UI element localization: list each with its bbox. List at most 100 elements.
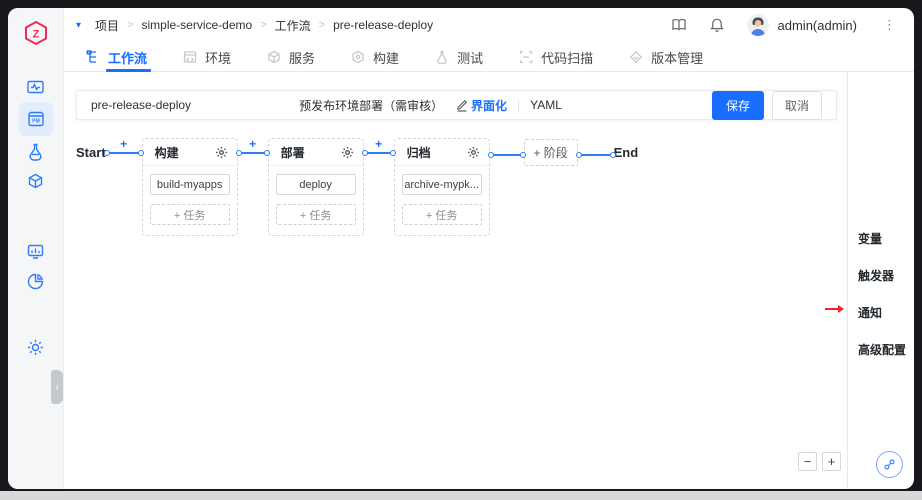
stage-settings-gear-icon[interactable] — [467, 146, 480, 159]
workflow-canvas: pre-release-deploy 预发布环境部署（需审核） 界面化 | YA… — [64, 72, 847, 489]
code-scan-icon — [519, 50, 533, 64]
stage-card-build[interactable]: 构建 build-myapps + 任务 — [142, 138, 238, 236]
edit-pencil-icon[interactable] — [455, 98, 469, 112]
package-cube-icon — [26, 172, 45, 191]
gear-icon — [26, 338, 45, 357]
stage-header: 构建 — [143, 139, 237, 166]
tab-label: 代码扫描 — [541, 48, 593, 67]
tab-workflows[interactable]: 工作流 — [86, 42, 147, 72]
workflow-settings-panel: 变量 触发器 通知 高级配置 — [847, 72, 914, 489]
sidebar-item-settings[interactable] — [19, 332, 53, 362]
app-window: Z PM — [8, 8, 914, 489]
workflow-icon — [86, 50, 100, 64]
red-pointer-arrow-icon — [825, 308, 838, 310]
stage-name: 部署 — [281, 144, 305, 161]
panel-item-variables[interactable]: 变量 — [848, 230, 914, 247]
connector-line — [106, 152, 142, 154]
zoom-in-button[interactable]: + — [822, 452, 841, 471]
add-stage-plus-icon[interactable]: + — [249, 139, 256, 150]
connector-line — [238, 152, 268, 154]
notification-bell-icon[interactable] — [709, 17, 725, 33]
svg-text:PM: PM — [32, 119, 40, 125]
stage-connector — [490, 138, 524, 156]
service-cube-icon — [267, 50, 281, 64]
task-chip[interactable]: archive-mypk... — [402, 174, 482, 195]
tab-code-scan[interactable]: 代码扫描 — [519, 42, 593, 72]
tabbar: 工作流 环境 服务 — [64, 42, 914, 72]
add-stage-button[interactable]: + 阶段 — [524, 139, 578, 166]
task-chip[interactable]: deploy — [276, 174, 356, 195]
username-label[interactable]: admin(admin) — [778, 18, 857, 33]
panel-item-triggers[interactable]: 触发器 — [848, 267, 914, 284]
canvas-zoom-controls: − + — [798, 452, 841, 471]
more-options-kebab-icon[interactable]: ⋮ — [883, 17, 896, 33]
stage-name: 构建 — [155, 144, 179, 161]
panel-item-label: 通知 — [858, 306, 882, 320]
stage-card-archive[interactable]: 归档 archive-mypk... + 任务 — [394, 138, 490, 236]
dashboard-monitor-icon — [26, 78, 45, 97]
add-task-button[interactable]: + 任务 — [402, 204, 482, 225]
tab-label: 测试 — [457, 48, 483, 67]
breadcrumb-separator: > — [260, 19, 266, 31]
add-task-button[interactable]: + 任务 — [276, 204, 356, 225]
zoom-out-button[interactable]: − — [798, 452, 817, 471]
add-stage-plus-icon[interactable]: + — [120, 139, 127, 150]
sidebar-item-projects[interactable]: PM — [19, 102, 53, 136]
project-dropdown-caret-icon[interactable]: ▾ — [76, 20, 81, 31]
sidebar-item-insights[interactable] — [19, 236, 53, 266]
user-avatar[interactable] — [747, 14, 769, 36]
tab-environments[interactable]: 环境 — [183, 42, 231, 72]
cancel-button[interactable]: 取消 — [772, 91, 822, 120]
panel-item-label: 触发器 — [858, 269, 894, 283]
panel-item-notifications[interactable]: 通知 — [848, 304, 914, 321]
window-frame-bottom — [0, 491, 922, 500]
pipeline-end-label: End — [614, 145, 639, 160]
breadcrumb-workflows[interactable]: 工作流 — [275, 17, 311, 34]
panel-item-label: 高级配置 — [858, 343, 906, 357]
sidebar-collapse-handle[interactable]: › — [51, 370, 63, 404]
add-task-button[interactable]: + 任务 — [150, 204, 230, 225]
projects-icon: PM — [26, 109, 46, 129]
sidebar-nav: PM — [19, 72, 53, 362]
svg-text:Z: Z — [32, 29, 39, 41]
tab-tests[interactable]: 测试 — [435, 42, 483, 72]
panel-item-advanced-config[interactable]: 高级配置 — [848, 341, 914, 358]
breadcrumb-project-name[interactable]: simple-service-demo — [141, 18, 252, 32]
docs-book-icon[interactable] — [671, 17, 687, 33]
save-button[interactable]: 保存 — [712, 91, 764, 120]
task-chip[interactable]: build-myapps — [150, 174, 230, 195]
zadig-logo-icon[interactable]: Z — [23, 20, 49, 46]
tab-builds[interactable]: 构建 — [351, 42, 399, 72]
pie-chart-icon — [26, 272, 45, 291]
stage-settings-gear-icon[interactable] — [341, 146, 354, 159]
tab-releases[interactable]: 版本管理 — [629, 42, 703, 72]
stage-card-deploy[interactable]: 部署 deploy + 任务 — [268, 138, 364, 236]
topbar: ▾ 项目 > simple-service-demo > 工作流 > pre-r… — [64, 8, 914, 42]
workflow-editor-bar: pre-release-deploy 预发布环境部署（需审核） 界面化 | YA… — [76, 90, 837, 120]
connector-line — [490, 154, 524, 156]
link-icon — [883, 458, 896, 471]
breadcrumb-separator: > — [319, 19, 325, 31]
sidebar-item-tests[interactable] — [19, 136, 53, 166]
editor-mode-switch: 界面化 | YAML — [471, 97, 562, 114]
stage-name: 归档 — [407, 144, 431, 161]
tab-label: 构建 — [373, 48, 399, 67]
workflow-description: 预发布环境部署（需审核） — [299, 97, 443, 114]
breadcrumb-workflow-name[interactable]: pre-release-deploy — [333, 18, 433, 32]
breadcrumb-projects[interactable]: 项目 — [95, 17, 119, 34]
sidebar-item-dashboard[interactable] — [19, 72, 53, 102]
sidebar-item-statistics[interactable] — [19, 266, 53, 296]
tab-services[interactable]: 服务 — [267, 42, 315, 72]
stage-header: 归档 — [395, 139, 489, 166]
stage-settings-gear-icon[interactable] — [215, 146, 228, 159]
bar-chart-monitor-icon — [26, 242, 45, 261]
add-stage-plus-icon[interactable]: + — [375, 139, 382, 150]
stage-header: 部署 — [269, 139, 363, 166]
stage-connector: + — [106, 138, 142, 154]
mode-ui-tab[interactable]: 界面化 — [471, 97, 507, 114]
floating-link-button[interactable] — [876, 451, 903, 478]
mode-yaml-tab[interactable]: YAML — [530, 98, 562, 112]
sidebar-item-delivery[interactable] — [19, 166, 53, 196]
version-diamond-icon — [629, 50, 643, 64]
mode-divider: | — [517, 98, 520, 112]
